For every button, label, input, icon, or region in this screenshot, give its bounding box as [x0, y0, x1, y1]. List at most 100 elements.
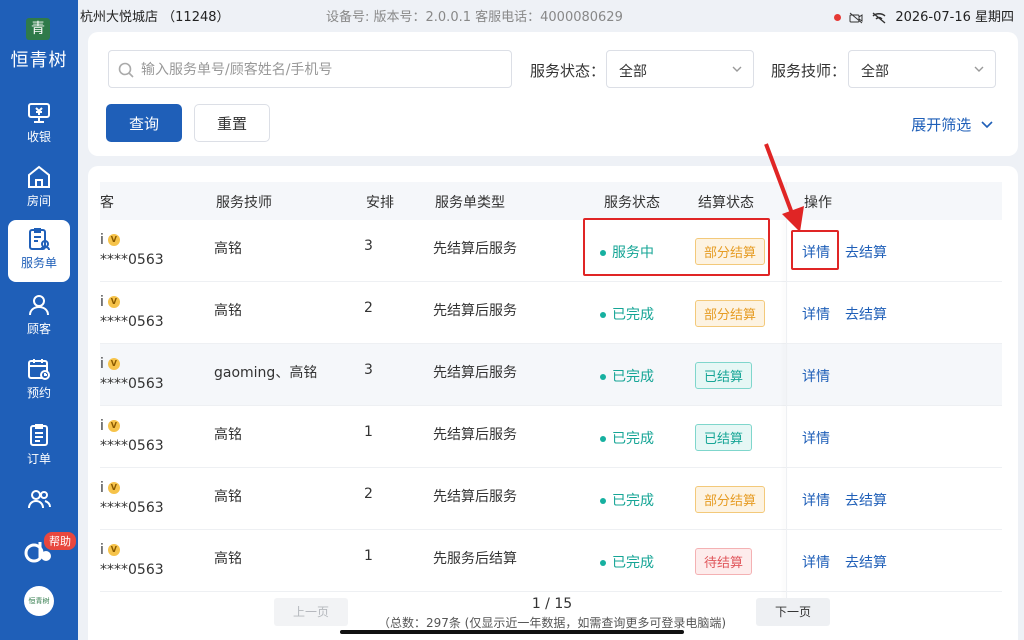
- settle-link[interactable]: 去结算: [845, 490, 887, 510]
- logo-mark: 青: [26, 18, 50, 40]
- vip-icon: V: [107, 544, 120, 556]
- status-dot-icon: [600, 312, 606, 318]
- chevron-down-icon: [974, 66, 984, 72]
- home-indicator[interactable]: [340, 630, 684, 634]
- nav-item-cashier[interactable]: 收银: [8, 94, 70, 156]
- nav-item-order[interactable]: 订单: [8, 416, 70, 478]
- detail-link[interactable]: 详情: [802, 552, 830, 572]
- annotation-box-detail: [791, 230, 839, 270]
- th-ops: 操作: [804, 195, 832, 211]
- next-page-button[interactable]: 下一页: [756, 598, 830, 626]
- chevron-down-icon: [732, 66, 742, 72]
- home-icon: [28, 165, 50, 188]
- device-info: 设备号: 版本号：2.0.0.1 客服电话：4000080629: [326, 10, 623, 25]
- brand-name: 恒青树: [10, 50, 68, 71]
- arrange-count: 1: [364, 548, 373, 564]
- query-button[interactable]: 查询: [106, 104, 182, 142]
- tech-name: 高铭: [214, 551, 242, 567]
- table-row[interactable]: i V ****0563 gaoming、高铭 3 先结算后服务 已完成 已结算 详情: [100, 344, 1002, 406]
- table-row[interactable]: i V ****0563 高铭 1 先服务后结算 已完成 待结算 详情 去结算: [100, 530, 1002, 592]
- help-badge[interactable]: 帮助: [44, 532, 76, 550]
- prev-page-button[interactable]: 上一页: [274, 598, 348, 626]
- table-row[interactable]: i V ****0563 高铭 1 先结算后服务 已完成 已结算 详情: [100, 406, 1002, 468]
- fixed-column-divider: [786, 182, 787, 602]
- nav-item-customer[interactable]: 顾客: [8, 286, 70, 348]
- annotation-box-status: [583, 218, 770, 276]
- service-tech-value: 全部: [861, 64, 889, 80]
- settle-status-badge: 已结算: [695, 424, 753, 451]
- arrange-count: 2: [364, 486, 373, 502]
- table-header: 客 服务技师 安排 服务单类型 服务状态 结算状态 操作: [100, 182, 1002, 220]
- chevron-down-icon: [981, 121, 993, 129]
- detail-link[interactable]: 详情: [802, 366, 830, 386]
- detail-link[interactable]: 详情: [802, 490, 830, 510]
- status-bar: 杭州大悦城店 （11248） 设备号: 版本号：2.0.0.1 客服电话：400…: [78, 0, 1024, 28]
- service-status: 已完成: [600, 366, 654, 386]
- service-order-icon: [29, 228, 50, 251]
- nav-item-appointment[interactable]: 预约: [8, 350, 70, 412]
- tech-name: 高铭: [214, 489, 242, 505]
- customer-name: iV: [100, 542, 120, 558]
- store-name: 杭州大悦城店: [80, 10, 159, 25]
- service-status: 已完成: [600, 552, 654, 572]
- expand-filter-button[interactable]: 展开筛选: [911, 114, 994, 135]
- service-status-select[interactable]: 全部: [606, 50, 754, 88]
- store-id: （11248）: [162, 10, 230, 25]
- detail-link[interactable]: 详情: [802, 304, 830, 324]
- table-row[interactable]: i V ****0563 高铭 2 先结算后服务 已完成 部分结算 详情 去结算: [100, 282, 1002, 344]
- order-type: 先结算后服务: [433, 427, 517, 443]
- status-dot-icon: [600, 498, 606, 504]
- service-status-label: 服务状态：: [530, 62, 606, 80]
- order-icon: [30, 424, 48, 446]
- nav-label: 订单: [26, 452, 51, 466]
- vip-icon: V: [107, 358, 120, 370]
- search-box[interactable]: [108, 50, 512, 88]
- th-tech: 服务技师: [216, 195, 272, 211]
- th-settle-status: 结算状态: [698, 195, 754, 211]
- settle-link[interactable]: 去结算: [845, 304, 887, 324]
- tech-name: 高铭: [214, 241, 242, 257]
- status-dot-icon: [600, 436, 606, 442]
- detail-link[interactable]: 详情: [802, 428, 830, 448]
- th-service-status: 服务状态: [604, 195, 660, 211]
- order-type: 先结算后服务: [433, 489, 517, 505]
- calendar-icon: [28, 359, 50, 380]
- order-type: 先结算后服务: [433, 303, 517, 319]
- settle-status-badge: 待结算: [695, 548, 753, 575]
- service-status: 已完成: [600, 304, 654, 324]
- store-info: 杭州大悦城店 （11248）: [80, 6, 230, 25]
- reset-button[interactable]: 重置: [194, 104, 270, 142]
- order-type: 先结算后服务: [433, 241, 517, 257]
- table-row[interactable]: i V ****0563 高铭 2 先结算后服务 已完成 部分结算 详情 去结算: [100, 468, 1002, 530]
- avatar[interactable]: 恒青树: [24, 586, 54, 616]
- customer-phone: ****0563: [100, 252, 164, 268]
- service-status: 已完成: [600, 490, 654, 510]
- nav-item-service-order[interactable]: 服务单: [8, 220, 70, 282]
- order-type: 先服务后结算: [433, 551, 517, 567]
- customer-phone: ****0563: [100, 376, 164, 392]
- service-status: 已完成: [600, 428, 654, 448]
- arrange-count: 2: [364, 300, 373, 316]
- order-type: 先结算后服务: [433, 365, 517, 381]
- customer-phone: ****0563: [100, 500, 164, 516]
- search-input[interactable]: [141, 59, 501, 81]
- service-status-value: 全部: [619, 64, 647, 80]
- settle-link[interactable]: 去结算: [845, 552, 887, 572]
- th-arrange: 安排: [366, 195, 394, 211]
- table-row[interactable]: i V ****0563 高铭 3 先结算后服务 服务中 部分结算 详情 去结算: [100, 220, 1002, 282]
- customer-name: iV: [100, 294, 120, 310]
- arrange-count: 3: [364, 238, 373, 254]
- settle-status-badge: 部分结算: [695, 300, 766, 327]
- nav-label: 房间: [26, 194, 51, 208]
- user-icon: [29, 295, 49, 316]
- customer-name: iV: [100, 480, 120, 496]
- th-customer: 客: [100, 195, 114, 211]
- nav-item-room[interactable]: 房间: [8, 158, 70, 220]
- settle-link[interactable]: 去结算: [845, 242, 887, 262]
- annotation-arrow-icon: [764, 143, 804, 232]
- vip-icon: V: [107, 420, 120, 432]
- service-tech-select[interactable]: 全部: [848, 50, 996, 88]
- customer-phone: ****0563: [100, 314, 164, 330]
- tech-name: gaoming、高铭: [214, 365, 318, 381]
- staff-icon: [28, 490, 51, 509]
